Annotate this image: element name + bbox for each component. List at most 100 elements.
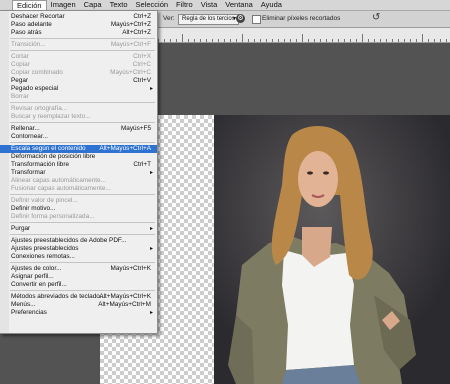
ruler-tick — [230, 39, 231, 42]
menu-item-label: Paso adelante — [11, 21, 52, 28]
menu-item-label: Ajustes preestablecidos — [11, 245, 79, 252]
ruler-tick — [188, 39, 189, 42]
ruler-tick — [428, 39, 429, 42]
ruler-tick — [218, 39, 219, 42]
delete-cropped-label: Eliminar píxeles recortados — [262, 15, 341, 22]
menubar-item-capa[interactable]: Capa — [80, 0, 106, 10]
view-overlay-value: Regla de los tercios — [182, 16, 235, 22]
menu-item-metodos-abreviados-de-teclado[interactable]: Métodos abreviados de teclado... Alt+Mayú… — [0, 293, 157, 301]
ruler-tick — [308, 39, 309, 42]
ruler-tick — [326, 39, 327, 42]
ruler-tick — [344, 39, 345, 42]
submenu-arrow-icon: ▸ — [149, 246, 153, 252]
gear-icon[interactable]: ⚙ — [236, 14, 245, 23]
ruler-tick — [440, 39, 441, 42]
menu-item-escala-segun-el-contenido[interactable]: Escala según el contenido Alt+Mayús+Ctrl+… — [0, 145, 157, 153]
menu-item-shortcut: Mayús+Ctrl+K — [110, 265, 152, 272]
menubar-item-imagen[interactable]: Imagen — [47, 0, 80, 10]
menu-item-definir-forma-personalizada: Definir forma personalizada... — [0, 213, 157, 221]
ruler-tick — [272, 39, 273, 42]
menu-item-paso-atras[interactable]: Paso atrás Alt+Ctrl+Z — [0, 29, 157, 37]
ruler-tick — [170, 39, 171, 42]
ruler-tick — [380, 39, 381, 42]
ruler-tick — [416, 39, 417, 42]
menu-item-label: Ajustes preestablecidos de Adobe PDF... — [11, 237, 127, 244]
menu-item-shortcut: Alt+Mayús+Ctrl+K — [99, 293, 151, 300]
menu-separator — [10, 194, 155, 195]
menu-separator — [10, 262, 155, 263]
menu-item-conexiones-remotas[interactable]: Conexiones remotas... — [0, 253, 157, 261]
ruler-tick — [182, 34, 183, 42]
submenu-arrow-icon: ▸ — [149, 170, 153, 176]
ruler-tick — [368, 39, 369, 42]
menu-item-label: Buscar y reemplazar texto... — [11, 113, 91, 120]
submenu-arrow-icon: ▸ — [149, 226, 153, 232]
menu-item-label: Transición... — [11, 41, 46, 48]
ruler-tick — [320, 39, 321, 42]
submenu-arrow-icon: ▸ — [149, 86, 153, 92]
ruler-tick — [296, 39, 297, 42]
menu-item-ajustes-preestablecidos[interactable]: Ajustes preestablecidos ▸ — [0, 245, 157, 253]
menubar-item-ayuda[interactable]: Ayuda — [257, 0, 286, 10]
menu-item-deformacion-de-posicion-libre[interactable]: Deformación de posición libre — [0, 153, 157, 161]
ruler-tick — [260, 39, 261, 42]
menu-item-menus[interactable]: Menús... Alt+Mayús+Ctrl+M — [0, 301, 157, 309]
menu-item-label: Convertir en perfil... — [11, 281, 67, 288]
menu-separator — [10, 142, 155, 143]
menu-item-contornear[interactable]: Contornear... — [0, 133, 157, 141]
menu-item-label: Borrar — [11, 93, 29, 100]
menu-item-paso-adelante[interactable]: Paso adelante Mayús+Ctrl+Z — [0, 21, 157, 29]
ruler-tick — [236, 39, 237, 42]
menu-item-fusionar-capas-automaticamente: Fusionar capas automáticamente... — [0, 185, 157, 193]
menu-item-asignar-perfil[interactable]: Asignar perfil... — [0, 273, 157, 281]
menubar-item-vista[interactable]: Vista — [197, 0, 222, 10]
menu-item-pegado-especial[interactable]: Pegado especial ▸ — [0, 85, 157, 93]
ruler-tick — [392, 39, 393, 42]
ruler-tick — [224, 39, 225, 42]
ruler-tick — [200, 39, 201, 42]
menu-item-shortcut: Ctrl+V — [133, 77, 151, 84]
menu-item-ajustes-de-color[interactable]: Ajustes de color... Mayús+Ctrl+K — [0, 265, 157, 273]
ruler-tick — [278, 39, 279, 42]
menu-item-transformar[interactable]: Transformar ▸ — [0, 169, 157, 177]
view-label: Ver: — [163, 15, 175, 22]
menu-item-pegar[interactable]: Pegar Ctrl+V — [0, 77, 157, 85]
menubar-item-filtro[interactable]: Filtro — [172, 0, 197, 10]
menu-item-shortcut: Mayús+Ctrl+C — [110, 69, 151, 76]
menubar-item-edición[interactable]: Edición — [12, 0, 47, 10]
menubar-item-ventana[interactable]: Ventana — [221, 0, 257, 10]
menu-item-buscar-y-reemplazar-texto: Buscar y reemplazar texto... — [0, 113, 157, 121]
menu-item-label: Definir motivo... — [11, 205, 56, 212]
ruler-tick — [374, 39, 375, 42]
photo-layer[interactable] — [214, 115, 450, 384]
menubar-item-selección[interactable]: Selección — [132, 0, 173, 10]
menu-item-copiar-combinado: Copiar combinado Mayús+Ctrl+C — [0, 69, 157, 77]
ruler-tick — [314, 39, 315, 42]
ruler-tick — [212, 39, 213, 42]
ruler-tick — [398, 39, 399, 42]
menu-separator — [10, 102, 155, 103]
menu-separator — [10, 38, 155, 39]
menu-item-ajustes-preestablecidos-de-adobe-pdf[interactable]: Ajustes preestablecidos de Adobe PDF... — [0, 237, 157, 245]
menu-separator — [10, 122, 155, 123]
menu-item-label: Definir valor de pincel... — [11, 197, 78, 204]
menu-item-borrar: Borrar — [0, 93, 157, 101]
menu-item-label: Pegado especial — [11, 85, 59, 92]
menu-item-transformacion-libre[interactable]: Transformación libre Ctrl+T — [0, 161, 157, 169]
menu-item-convertir-en-perfil[interactable]: Convertir en perfil... — [0, 281, 157, 289]
menu-item-shortcut: Mayús+Ctrl+Z — [110, 21, 151, 28]
delete-cropped-checkbox[interactable] — [252, 15, 261, 24]
menubar-item-texto[interactable]: Texto — [106, 0, 132, 10]
menu-item-preferencias[interactable]: Preferencias ▸ — [0, 309, 157, 317]
ruler-tick — [350, 39, 351, 42]
submenu-arrow-icon: ▸ — [149, 310, 153, 316]
view-overlay-select[interactable]: Regla de los tercios ▾ — [178, 14, 239, 25]
menu-item-label: Asignar perfil... — [11, 273, 54, 280]
ruler-tick — [194, 39, 195, 42]
menu-item-definir-motivo[interactable]: Definir motivo... — [0, 205, 157, 213]
ruler-tick — [266, 39, 267, 42]
menu-item-deshacer-recortar[interactable]: Deshacer Recortar Ctrl+Z — [0, 13, 157, 21]
menu-item-purgar[interactable]: Purgar ▸ — [0, 225, 157, 233]
reset-icon[interactable]: ↺ — [372, 12, 380, 23]
menu-item-rellenar[interactable]: Rellenar... Mayús+F5 — [0, 125, 157, 133]
